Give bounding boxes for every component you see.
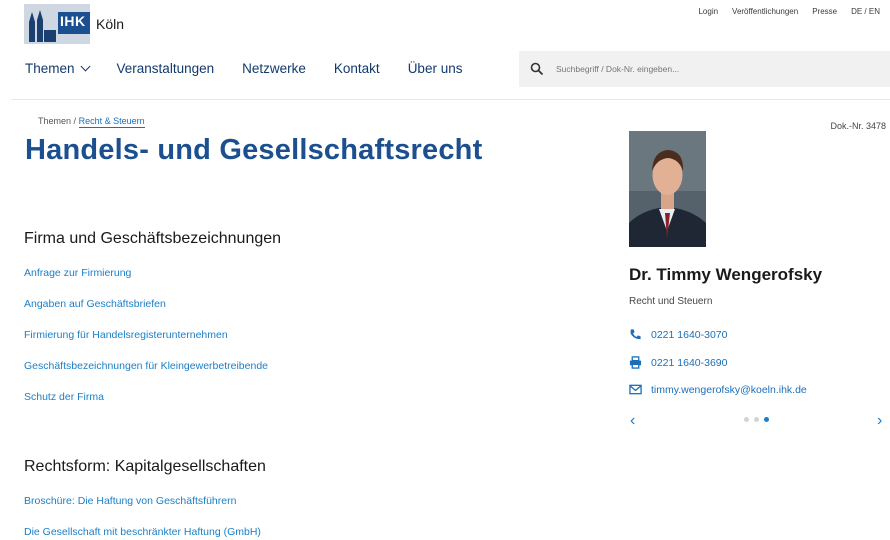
carousel-dot-active[interactable] xyxy=(764,417,769,422)
link-schutz-der-firma[interactable]: Schutz der Firma xyxy=(24,391,104,403)
section-heading-kapitalgesellschaften: Rechtsform: Kapitalgesellschaften xyxy=(24,458,266,475)
breadcrumb: Themen / Recht & Steuern xyxy=(38,116,145,128)
ihk-logo[interactable]: IHK Köln xyxy=(24,4,124,44)
link-firmierung-handelsregister[interactable]: Firmierung für Handelsregisterunternehme… xyxy=(24,329,228,341)
main-nav: Themen Veranstaltungen Netzwerke Kontakt… xyxy=(25,61,490,76)
search-bar[interactable] xyxy=(519,51,890,87)
cathedral-icon xyxy=(29,10,56,42)
logo-city: Köln xyxy=(96,16,125,32)
mail-icon xyxy=(629,384,642,395)
printer-icon xyxy=(629,356,642,369)
breadcrumb-current[interactable]: Recht & Steuern xyxy=(78,116,145,128)
link-geschaeftsbezeichnungen[interactable]: Geschäftsbezeichnungen für Kleingewerbet… xyxy=(24,360,268,372)
nav-ueber-uns[interactable]: Über uns xyxy=(408,61,463,76)
nav-netzwerke[interactable]: Netzwerke xyxy=(242,61,306,76)
section-heading-firma: Firma und Geschäftsbezeichnungen xyxy=(24,230,282,247)
contact-name: Dr. Timmy Wengerofsky xyxy=(629,265,823,284)
contact-photo xyxy=(629,131,706,247)
header-divider xyxy=(12,99,890,100)
contact-phone-value: 0221 1640-3070 xyxy=(651,328,728,341)
carousel-next-button[interactable]: › xyxy=(877,412,882,430)
nav-kontakt[interactable]: Kontakt xyxy=(334,61,380,76)
ihk-logo-mark: IHK xyxy=(24,4,90,44)
carousel-dot[interactable] xyxy=(754,417,759,422)
doc-number: Dok.-Nr. 3478 xyxy=(830,121,886,131)
press-link[interactable]: Presse xyxy=(812,7,837,16)
carousel-prev-button[interactable]: ‹ xyxy=(630,412,635,430)
contact-email-value: timmy.wengerofsky@koeln.ihk.de xyxy=(651,383,807,396)
publications-link[interactable]: Veröffentlichungen xyxy=(732,7,798,16)
carousel-dot[interactable] xyxy=(744,417,749,422)
nav-themen[interactable]: Themen xyxy=(25,61,90,76)
link-anfrage-firmierung[interactable]: Anfrage zur Firmierung xyxy=(24,267,131,279)
phone-icon xyxy=(630,329,641,340)
language-switch[interactable]: DE / EN xyxy=(851,7,880,16)
search-input[interactable] xyxy=(554,63,858,75)
contact-fax-value: 0221 1640-3690 xyxy=(651,356,728,369)
link-broschuere-haftung[interactable]: Broschüre: Die Haftung von Geschäftsführ… xyxy=(24,495,236,507)
login-link[interactable]: Login xyxy=(698,7,718,16)
contact-phone[interactable]: 0221 1640-3070 xyxy=(629,328,728,341)
link-gmbh[interactable]: Die Gesellschaft mit beschränkter Haftun… xyxy=(24,526,261,538)
breadcrumb-separator: / xyxy=(73,116,77,126)
contact-fax[interactable]: 0221 1640-3690 xyxy=(629,356,728,369)
carousel-dots xyxy=(744,417,769,422)
contact-email[interactable]: timmy.wengerofsky@koeln.ihk.de xyxy=(629,383,807,396)
search-icon xyxy=(530,62,544,76)
chevron-down-icon xyxy=(80,61,90,72)
link-angaben-geschaeftsbriefe[interactable]: Angaben auf Geschäftsbriefen xyxy=(24,298,166,310)
nav-themen-label: Themen xyxy=(25,61,75,76)
page-title: Handels- und Gesellschaftsrecht xyxy=(25,134,483,166)
top-links: Login Veröffentlichungen Presse DE / EN xyxy=(698,7,880,16)
nav-veranstaltungen[interactable]: Veranstaltungen xyxy=(117,61,215,76)
breadcrumb-root[interactable]: Themen xyxy=(38,116,71,126)
contact-department: Recht und Steuern xyxy=(629,296,713,307)
